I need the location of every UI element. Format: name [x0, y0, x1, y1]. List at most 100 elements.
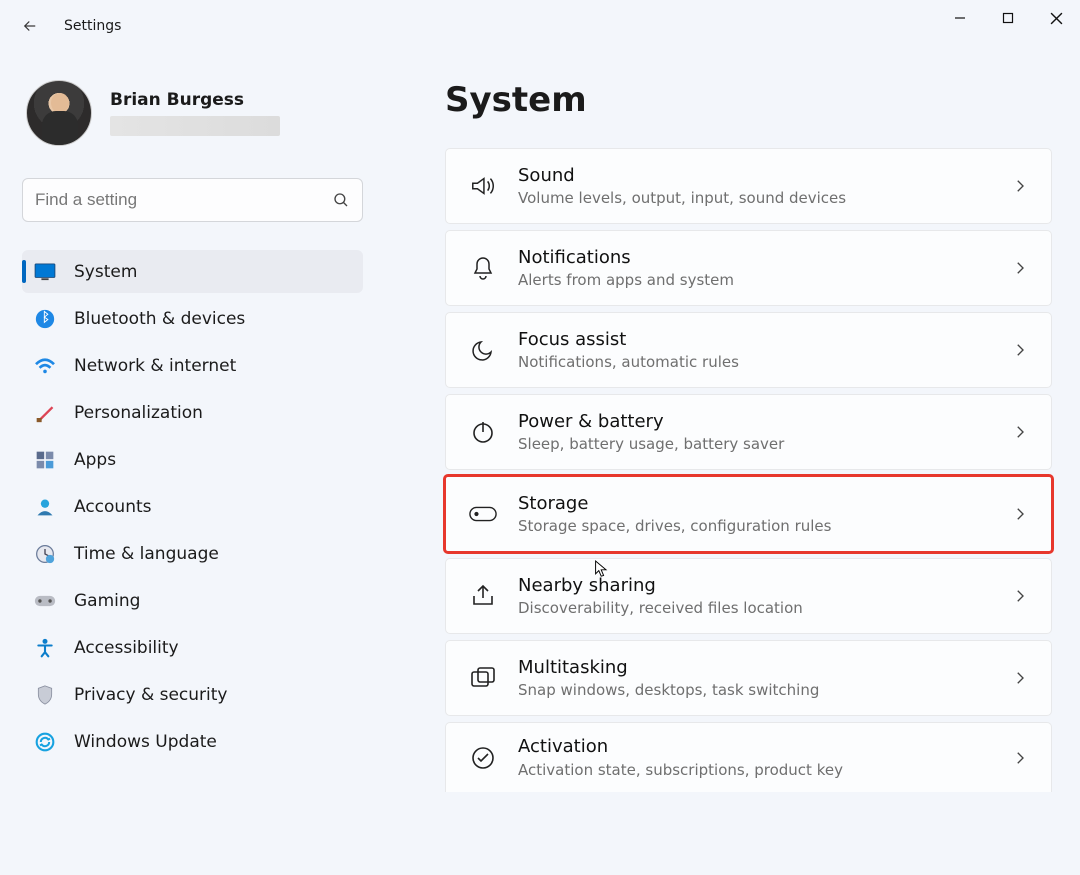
sidebar-item-label: Apps [74, 450, 116, 470]
card-subtitle: Storage space, drives, configuration rul… [518, 516, 991, 536]
sidebar-item-accessibility[interactable]: Accessibility [22, 626, 363, 669]
card-activation[interactable]: Activation Activation state, subscriptio… [445, 722, 1052, 792]
card-text: Nearby sharing Discoverability, received… [518, 574, 991, 619]
minimize-button[interactable] [936, 0, 984, 36]
sidebar-item-label: Bluetooth & devices [74, 309, 245, 329]
maximize-button[interactable] [984, 0, 1032, 36]
window-controls [936, 0, 1080, 36]
display-icon [34, 261, 56, 283]
card-text: Focus assist Notifications, automatic ru… [518, 328, 991, 373]
wifi-icon [34, 355, 56, 377]
card-storage[interactable]: Storage Storage space, drives, configura… [445, 476, 1052, 552]
shield-icon [34, 684, 56, 706]
sidebar-item-bluetooth[interactable]: Bluetooth & devices [22, 297, 363, 340]
card-subtitle: Snap windows, desktops, task switching [518, 680, 991, 700]
main-content: System Sound Volume levels, output, inpu… [385, 52, 1080, 875]
card-focus-assist[interactable]: Focus assist Notifications, automatic ru… [445, 312, 1052, 388]
page-title: System [445, 80, 1052, 120]
card-subtitle: Sleep, battery usage, battery saver [518, 434, 991, 454]
settings-cards: Sound Volume levels, output, input, soun… [445, 148, 1052, 792]
card-sound[interactable]: Sound Volume levels, output, input, soun… [445, 148, 1052, 224]
maximize-icon [1002, 12, 1014, 24]
minimize-icon [954, 12, 966, 24]
card-title: Activation [518, 735, 991, 759]
chevron-right-icon [1011, 259, 1029, 277]
arrow-left-icon [21, 17, 39, 35]
titlebar: Settings [0, 0, 1080, 52]
sidebar: Brian Burgess System Bluetooth & devices [0, 52, 385, 875]
moon-icon [468, 335, 498, 365]
clock-globe-icon [34, 543, 56, 565]
card-title: Nearby sharing [518, 574, 991, 598]
card-nearby-sharing[interactable]: Nearby sharing Discoverability, received… [445, 558, 1052, 634]
paintbrush-icon [34, 402, 56, 424]
storage-icon [468, 499, 498, 529]
window-title: Settings [64, 18, 121, 34]
close-icon [1050, 12, 1063, 25]
chevron-right-icon [1011, 587, 1029, 605]
chevron-right-icon [1011, 177, 1029, 195]
profile-name: Brian Burgess [110, 90, 280, 110]
sidebar-item-label: Accessibility [74, 638, 179, 658]
sidebar-item-personalization[interactable]: Personalization [22, 391, 363, 434]
update-icon [34, 731, 56, 753]
apps-icon [34, 449, 56, 471]
card-subtitle: Volume levels, output, input, sound devi… [518, 188, 991, 208]
avatar [26, 80, 92, 146]
sidebar-item-apps[interactable]: Apps [22, 438, 363, 481]
card-title: Sound [518, 164, 991, 188]
sound-icon [468, 171, 498, 201]
sidebar-item-accounts[interactable]: Accounts [22, 485, 363, 528]
sidebar-item-gaming[interactable]: Gaming [22, 579, 363, 622]
back-button[interactable] [10, 6, 50, 46]
card-multitasking[interactable]: Multitasking Snap windows, desktops, tas… [445, 640, 1052, 716]
chevron-right-icon [1011, 505, 1029, 523]
sidebar-item-label: Windows Update [74, 732, 217, 752]
card-title: Multitasking [518, 656, 991, 680]
body: Brian Burgess System Bluetooth & devices [0, 52, 1080, 875]
sidebar-item-label: Network & internet [74, 356, 236, 376]
multitasking-icon [468, 663, 498, 693]
card-subtitle: Activation state, subscriptions, product… [518, 760, 991, 780]
card-subtitle: Notifications, automatic rules [518, 352, 991, 372]
close-button[interactable] [1032, 0, 1080, 36]
card-subtitle: Discoverability, received files location [518, 598, 991, 618]
profile-email-redacted [110, 116, 280, 136]
sidebar-item-label: Accounts [74, 497, 152, 517]
person-icon [34, 496, 56, 518]
card-title: Storage [518, 492, 991, 516]
card-text: Storage Storage space, drives, configura… [518, 492, 991, 537]
sidebar-item-network[interactable]: Network & internet [22, 344, 363, 387]
chevron-right-icon [1011, 341, 1029, 359]
bell-icon [468, 253, 498, 283]
card-text: Power & battery Sleep, battery usage, ba… [518, 410, 991, 455]
card-text: Multitasking Snap windows, desktops, tas… [518, 656, 991, 701]
chevron-right-icon [1011, 749, 1029, 767]
sidebar-item-label: Personalization [74, 403, 203, 423]
accessibility-icon [34, 637, 56, 659]
card-power-battery[interactable]: Power & battery Sleep, battery usage, ba… [445, 394, 1052, 470]
profile-text: Brian Burgess [110, 90, 280, 136]
check-circle-icon [468, 743, 498, 773]
sidebar-item-label: Time & language [74, 544, 219, 564]
search-box[interactable] [22, 178, 363, 222]
settings-window: Settings Brian Burgess [0, 0, 1080, 875]
card-notifications[interactable]: Notifications Alerts from apps and syste… [445, 230, 1052, 306]
profile-block[interactable]: Brian Burgess [22, 62, 363, 156]
search-icon [332, 191, 350, 209]
sidebar-item-time-language[interactable]: Time & language [22, 532, 363, 575]
card-text: Sound Volume levels, output, input, soun… [518, 164, 991, 209]
card-title: Power & battery [518, 410, 991, 434]
sidebar-item-privacy[interactable]: Privacy & security [22, 673, 363, 716]
sidebar-item-label: System [74, 262, 137, 282]
search-input[interactable] [35, 190, 332, 210]
gamepad-icon [34, 590, 56, 612]
card-text: Notifications Alerts from apps and syste… [518, 246, 991, 291]
card-text: Activation Activation state, subscriptio… [518, 735, 991, 780]
card-subtitle: Alerts from apps and system [518, 270, 991, 290]
power-icon [468, 417, 498, 447]
sidebar-item-windows-update[interactable]: Windows Update [22, 720, 363, 763]
chevron-right-icon [1011, 423, 1029, 441]
sidebar-item-system[interactable]: System [22, 250, 363, 293]
card-title: Focus assist [518, 328, 991, 352]
